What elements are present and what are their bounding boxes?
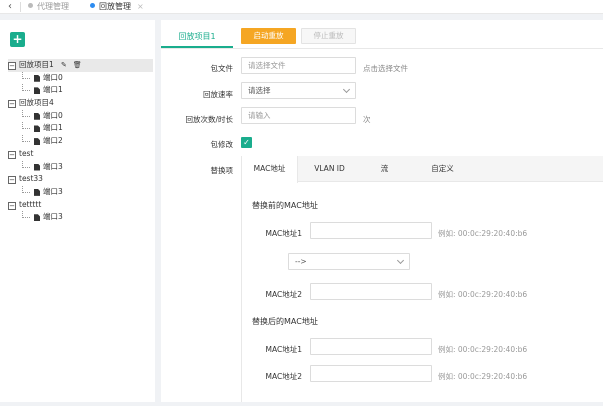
start-replay-button[interactable]: 启动重放 <box>241 28 296 44</box>
tree-node-port[interactable]: 端口0 <box>8 71 153 85</box>
project-tree-panel: + − 回放项目1 ✎ 🗑 端口0 端口1 − 回放项目4 端口0 端口1 端口2… <box>0 20 155 402</box>
collapse-icon[interactable]: − <box>8 201 16 210</box>
chevron-down-icon <box>342 85 351 94</box>
collapse-icon[interactable]: − <box>8 100 16 109</box>
tree-node-port[interactable]: 端口3 <box>8 211 153 224</box>
chevron-left-icon[interactable]: ‹ <box>4 1 16 13</box>
after-mac2-label: MAC地址2 <box>265 372 302 381</box>
add-project-button[interactable]: + <box>10 32 25 47</box>
replay-count-label: 回放次数/时长 <box>185 115 233 124</box>
tab-replay-management[interactable]: 回放管理 × <box>90 0 144 14</box>
divider <box>20 2 21 12</box>
tree-node-project[interactable]: − tettttt <box>8 199 153 212</box>
tab-mac-address[interactable]: MAC地址 <box>242 156 298 183</box>
replace-items-label: 替换项 <box>210 166 234 175</box>
collapse-icon[interactable]: − <box>8 150 16 159</box>
tree-node-port[interactable]: 端口0 <box>8 109 153 123</box>
file-icon <box>34 74 40 82</box>
file-icon <box>34 125 40 133</box>
tab-dot-icon <box>90 3 95 8</box>
replay-count-unit: 次 <box>363 115 371 124</box>
project-tree: − 回放项目1 ✎ 🗑 端口0 端口1 − 回放项目4 端口0 端口1 端口2 −… <box>8 59 153 224</box>
before-mac2-input[interactable] <box>310 283 432 300</box>
file-icon <box>34 214 40 222</box>
tree-node-port[interactable]: 端口3 <box>8 185 153 199</box>
tree-node-project[interactable]: − test33 <box>8 173 153 186</box>
replace-tab-bar: MAC地址 VLAN ID 流 自定义 <box>242 156 603 183</box>
replay-rate-label: 回放速率 <box>203 90 233 99</box>
packet-modify-checkbox[interactable]: ✓ <box>241 137 252 148</box>
before-mac1-label: MAC地址1 <box>265 229 302 238</box>
collapse-icon[interactable]: − <box>8 176 16 185</box>
close-icon[interactable]: × <box>137 2 144 11</box>
tab-dot-icon <box>28 3 33 8</box>
before-mac1-input[interactable] <box>310 222 432 239</box>
file-icon <box>34 112 40 120</box>
packet-modify-label: 包修改 <box>210 140 234 149</box>
replay-rate-select[interactable]: 请选择 <box>241 82 356 99</box>
tab-proxy-management[interactable]: 代理管理 <box>28 0 69 14</box>
pkg-file-hint[interactable]: 点击选择文件 <box>363 63 408 74</box>
file-icon <box>34 87 40 95</box>
tree-node-project[interactable]: − test <box>8 148 153 161</box>
after-mac2-input[interactable] <box>310 365 432 382</box>
tree-node-port[interactable]: 端口1 <box>8 122 153 135</box>
collapse-icon[interactable]: − <box>8 62 16 70</box>
after-mac-title: 替换后的MAC地址 <box>252 317 318 326</box>
after-mac1-label: MAC地址1 <box>265 345 302 354</box>
file-icon <box>34 163 40 171</box>
pkg-file-input[interactable]: 请选择文件 <box>241 57 356 74</box>
after-mac1-input[interactable] <box>310 338 432 355</box>
chevron-down-icon <box>396 256 405 265</box>
tab-project-detail[interactable]: 回放项目1 <box>161 26 233 48</box>
tree-node-port[interactable]: 端口1 <box>8 84 153 97</box>
tree-node-project[interactable]: − 回放项目1 ✎ 🗑 <box>8 59 153 72</box>
direction-select[interactable]: --> <box>288 253 410 270</box>
before-mac2-label: MAC地址2 <box>265 290 302 299</box>
replace-items-panel: MAC地址 VLAN ID 流 自定义 替换前的MAC地址 MAC地址1 例如:… <box>241 156 603 402</box>
tree-node-port[interactable]: 端口3 <box>8 160 153 174</box>
tab-flow[interactable]: 流 <box>372 156 397 182</box>
before-mac1-example: 例如: 00:0c:29:20:40:b6 <box>438 229 528 238</box>
tree-node-project[interactable]: − 回放项目4 <box>8 97 153 110</box>
before-mac2-example: 例如: 00:0c:29:20:40:b6 <box>438 290 528 299</box>
trash-icon[interactable]: 🗑 <box>73 61 82 69</box>
file-icon <box>34 188 40 196</box>
after-mac1-example: 例如: 00:0c:29:20:40:b6 <box>438 345 528 354</box>
tab-custom[interactable]: 自定义 <box>420 156 465 182</box>
pkg-file-label: 包文件 <box>210 64 234 73</box>
pencil-icon[interactable]: ✎ <box>61 61 67 69</box>
replay-detail-panel: 回放项目1 启动重放 停止重放 包文件 请选择文件 点击选择文件 回放速率 请选… <box>161 20 603 402</box>
file-icon <box>34 138 40 146</box>
tree-node-port[interactable]: 端口2 <box>8 135 153 148</box>
divider <box>161 48 603 49</box>
tab-vlan-id[interactable]: VLAN ID <box>302 156 357 182</box>
top-tab-bar: ‹ 代理管理 回放管理 × <box>0 0 603 14</box>
replay-count-input[interactable]: 请输入 <box>241 107 356 124</box>
before-mac-title: 替换前的MAC地址 <box>252 201 318 210</box>
after-mac2-example: 例如: 00:0c:29:20:40:b6 <box>438 372 528 381</box>
stop-replay-button[interactable]: 停止重放 <box>301 28 356 44</box>
